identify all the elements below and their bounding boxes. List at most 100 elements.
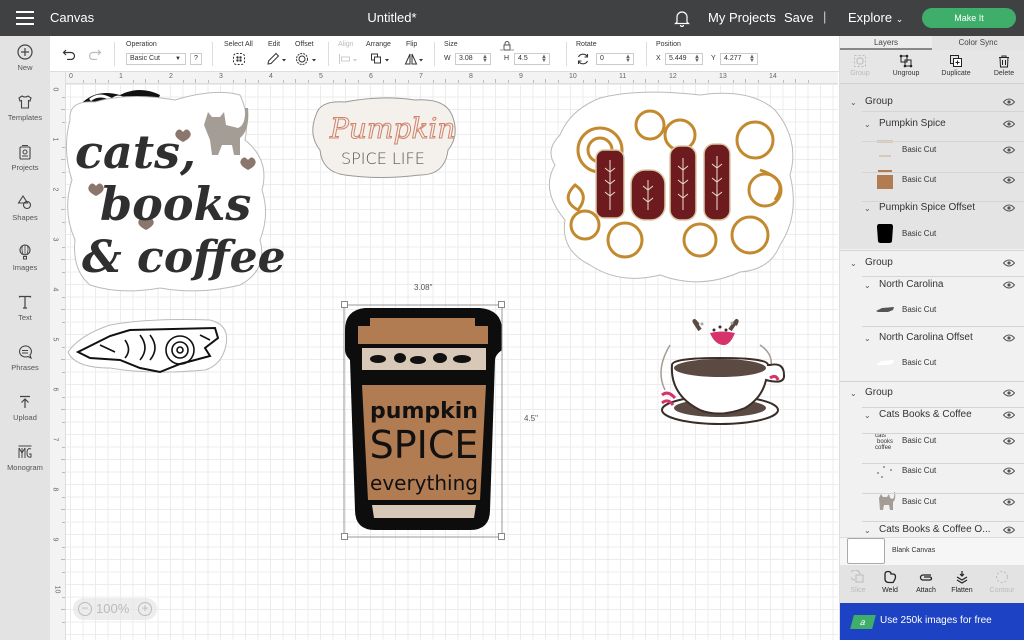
sidebar-item-projects[interactable]: Projects bbox=[0, 144, 50, 172]
edit-pencil-icon[interactable] bbox=[266, 52, 288, 66]
selection-handle-bottom-left[interactable] bbox=[341, 533, 348, 540]
eye-icon[interactable] bbox=[1003, 467, 1015, 475]
sidebar-item-new[interactable]: New bbox=[0, 44, 50, 72]
chevron-down-icon[interactable]: ⌄ bbox=[850, 259, 857, 268]
explore-menu[interactable]: Explore ⌄ bbox=[848, 10, 903, 25]
select-all-icon[interactable] bbox=[232, 52, 246, 66]
stepper-icon[interactable]: ▲ ▼ bbox=[541, 54, 547, 64]
layer-label: Group bbox=[865, 257, 893, 268]
height-input[interactable]: 4.5 ▲ ▼ bbox=[514, 53, 550, 65]
attach-button[interactable]: Attach bbox=[908, 570, 944, 594]
operation-help-button[interactable]: ? bbox=[190, 53, 202, 65]
eye-icon[interactable] bbox=[1003, 389, 1015, 397]
chevron-down-icon[interactable]: ⌄ bbox=[864, 411, 871, 420]
stepper-icon[interactable]: ▲ ▼ bbox=[694, 54, 700, 64]
sidebar-item-images[interactable]: Images bbox=[0, 244, 50, 272]
eye-icon[interactable] bbox=[1003, 281, 1015, 289]
eye-icon[interactable] bbox=[1003, 176, 1015, 184]
eye-icon[interactable] bbox=[1003, 411, 1015, 419]
my-projects-link[interactable]: My Projects bbox=[708, 10, 776, 25]
ruler-tick bbox=[207, 80, 209, 83]
lock-icon[interactable] bbox=[500, 41, 514, 51]
offset-icon[interactable] bbox=[295, 52, 319, 66]
zoom-out-icon[interactable]: − bbox=[78, 602, 92, 616]
cats-books-coffee-design[interactable]: cats, books & coffee bbox=[66, 90, 286, 292]
shirt-icon bbox=[18, 95, 32, 109]
duplicate-button[interactable]: Duplicate bbox=[936, 54, 976, 77]
eye-icon[interactable] bbox=[1003, 98, 1015, 106]
eye-icon[interactable] bbox=[1003, 259, 1015, 267]
blank-canvas-row[interactable]: Blank Canvas bbox=[840, 537, 1024, 565]
selection-handle-top-left[interactable] bbox=[341, 301, 348, 308]
pumpkin-spice-cup-design[interactable]: pumpkin SPICE everything bbox=[343, 304, 503, 538]
flatten-button[interactable]: Flatten bbox=[944, 570, 980, 594]
canvas-color-swatch[interactable] bbox=[847, 538, 885, 564]
ungroup-button[interactable]: Ungroup bbox=[886, 54, 926, 77]
save-button[interactable]: Save bbox=[784, 10, 814, 25]
bell-icon[interactable] bbox=[674, 9, 690, 27]
tab-layers[interactable]: Layers bbox=[840, 36, 932, 50]
redo-icon[interactable] bbox=[88, 48, 102, 60]
ruler-tick bbox=[62, 121, 65, 123]
promo-banner[interactable]: a Use 250k images for free bbox=[840, 603, 1024, 640]
chevron-down-icon[interactable]: ⌄ bbox=[864, 526, 871, 535]
tab-color-sync[interactable]: Color Sync bbox=[932, 36, 1024, 50]
layer-label: Basic Cut bbox=[902, 497, 937, 506]
eye-icon[interactable] bbox=[1003, 334, 1015, 342]
selection-handle-top-right[interactable] bbox=[498, 301, 505, 308]
ruler-tick bbox=[732, 80, 734, 83]
sidebar-label: Templates bbox=[7, 113, 43, 122]
chevron-down-icon[interactable]: ⌄ bbox=[850, 98, 857, 107]
chevron-down-icon[interactable]: ⌄ bbox=[864, 120, 871, 129]
stepper-icon[interactable]: ▲ ▼ bbox=[482, 54, 488, 64]
rotate-input[interactable]: 0 ▲ ▼ bbox=[596, 53, 634, 65]
make-it-button[interactable]: Make It bbox=[922, 8, 1016, 28]
design-canvas[interactable]: cats, books & coffee Pumpkin SPICE LIFE bbox=[66, 84, 838, 640]
pumpkin-spice-life-design[interactable]: Pumpkin SPICE LIFE bbox=[312, 97, 456, 178]
flip-icon[interactable] bbox=[404, 52, 426, 66]
layer-thumbnail bbox=[876, 307, 894, 312]
chevron-down-icon[interactable]: ⌄ bbox=[864, 204, 871, 213]
y-position-input[interactable]: 4.277 ▲ ▼ bbox=[720, 53, 758, 65]
eye-icon[interactable] bbox=[1003, 498, 1015, 506]
layer-label: Cats Books & Coffee bbox=[879, 409, 972, 420]
undo-icon[interactable] bbox=[62, 48, 76, 60]
stepper-icon[interactable]: ▲ ▼ bbox=[625, 54, 631, 64]
eye-icon[interactable] bbox=[1003, 120, 1015, 128]
zoom-in-icon[interactable]: + bbox=[138, 602, 152, 616]
chevron-down-icon[interactable]: ⌄ bbox=[850, 389, 857, 398]
sidebar-item-templates[interactable]: Templates bbox=[0, 94, 50, 122]
sidebar-item-text[interactable]: Text bbox=[0, 294, 50, 322]
eye-icon[interactable] bbox=[1003, 146, 1015, 154]
selection-handle-bottom-right[interactable] bbox=[498, 533, 505, 540]
sidebar-item-upload[interactable]: Upload bbox=[0, 394, 50, 422]
ruler-tick bbox=[61, 259, 65, 260]
sidebar-item-shapes[interactable]: Shapes bbox=[0, 194, 50, 222]
ruler-tick-label: 14 bbox=[769, 73, 777, 80]
arrange-icon[interactable] bbox=[370, 52, 392, 66]
stepper-icon[interactable]: ▲ ▼ bbox=[749, 54, 755, 64]
sidebar-item-monogram[interactable]: Monogram bbox=[0, 444, 50, 472]
vertical-ruler: 0 1 2 3 4 5 6 7 8 9 10 bbox=[50, 72, 66, 640]
delete-button[interactable]: Delete bbox=[984, 54, 1024, 77]
width-input[interactable]: 3.08 ▲ ▼ bbox=[455, 53, 491, 65]
weld-button[interactable]: Weld bbox=[872, 570, 908, 594]
eye-icon[interactable] bbox=[1003, 437, 1015, 445]
ruler-tick bbox=[157, 80, 159, 83]
ruler-tick bbox=[62, 321, 65, 323]
chevron-down-icon[interactable]: ⌄ bbox=[864, 334, 871, 343]
coffee-cup-design[interactable] bbox=[660, 319, 786, 425]
contour-button: Contour bbox=[984, 570, 1020, 594]
eye-icon[interactable] bbox=[1003, 526, 1015, 534]
x-position-input[interactable]: 5.449 ▲ ▼ bbox=[665, 53, 703, 65]
operation-select[interactable]: Basic Cut ▼ bbox=[126, 53, 186, 65]
divider bbox=[862, 201, 1024, 202]
document-title[interactable]: Untitled* bbox=[0, 10, 784, 25]
ruler-tick-label: 5 bbox=[51, 337, 59, 342]
rotate-icon[interactable] bbox=[576, 52, 590, 66]
chevron-down-icon[interactable]: ⌄ bbox=[864, 281, 871, 290]
eye-icon[interactable] bbox=[1003, 204, 1015, 212]
north-carolina-design[interactable] bbox=[67, 319, 228, 374]
ruler-tick bbox=[61, 309, 65, 310]
sidebar-item-phrases[interactable]: Phrases bbox=[0, 344, 50, 372]
